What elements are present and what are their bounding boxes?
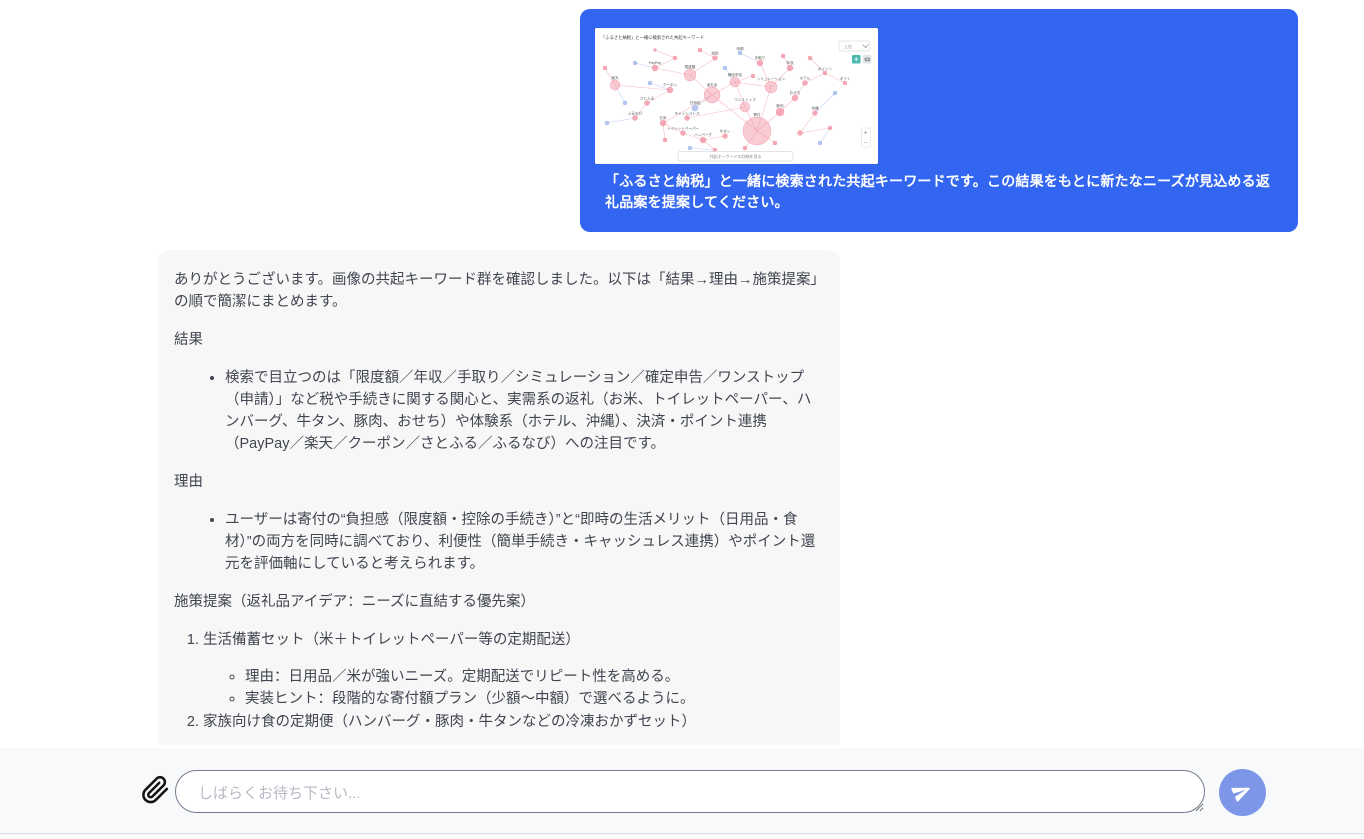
svg-text:おせち: おせち [790, 90, 801, 95]
results-list: 検索で目立つのは「限度額／年収／手取り／シミュレーション／確定申告／ワンストップ… [174, 367, 820, 455]
svg-text:ホテル: ホテル [800, 75, 811, 80]
svg-text:−: − [864, 141, 868, 147]
attached-keyword-network-image[interactable]: 「ふるさと納税」と一緒に検索された共起キーワード 寄付 返礼品 限度額確定申告シミュ… [595, 28, 878, 164]
proposal-item-text: 生活備蓄セット（米＋トイレットペーパー等の定期配送） [203, 632, 580, 648]
proposal-subitem-list: 理由：日用品／米が強いニーズ。定期配送でリピート性を高める。 実装ヒント：段階的… [203, 666, 820, 710]
svg-text:楽天: 楽天 [611, 75, 619, 80]
svg-text:控除: 控除 [711, 50, 719, 55]
image-zoom-mode-button [852, 55, 861, 64]
results-bullet: 検索で目立つのは「限度額／年収／手取り／シミュレーション／確定申告／ワンストップ… [225, 367, 820, 455]
svg-text:年収: 年収 [786, 60, 794, 65]
svg-text:ふるなび: ふるなび [628, 110, 643, 115]
attach-file-button[interactable] [139, 773, 171, 809]
proposal-subitem: 実装ヒント：段階的な寄付額プラン（少額〜中額）で選べるように。 [245, 688, 820, 710]
assistant-message-bubble: ありがとうございます。画像の共起キーワード群を確認しました。以下は「結果→理由→… [158, 250, 840, 745]
svg-text:PayPay: PayPay [649, 61, 662, 65]
proposal-item: 生活備蓄セット（米＋トイレットペーパー等の定期配送） 理由：日用品／米が強いニー… [203, 629, 820, 710]
svg-text:手取り: 手取り [755, 55, 766, 60]
svg-text:+: + [864, 131, 868, 137]
svg-text:さとふる: さとふる [640, 95, 655, 100]
proposal-heading: 施策提案（返礼品アイデア：ニーズに直結する優先案） [174, 591, 820, 613]
svg-text:日用品: 日用品 [690, 100, 701, 105]
paperclip-icon [141, 774, 170, 806]
svg-text:シミュレーション: シミュレーション [757, 77, 786, 81]
image-sort-dropdown: 上位 [839, 41, 870, 51]
user-message-text: 「ふるさと納税」と一緒に検索された共起キーワードです。この結果をもとに新たなニー… [595, 171, 1284, 213]
svg-text:返礼品: 返礼品 [707, 82, 718, 87]
reason-bullet: ユーザーは寄付の“負担感（限度額・控除の手続き）”と“即時の生活メリット（日用品… [225, 509, 820, 575]
svg-text:申請: 申請 [736, 46, 744, 51]
user-message-bubble: 「ふるさと納税」と一緒に検索された共起キーワード 寄付 返礼品 限度額確定申告シミュ… [580, 9, 1298, 232]
svg-text:ワンストップ: ワンストップ [734, 97, 756, 102]
proposal-subitem: 理由：日用品／米が強いニーズ。定期配送でリピート性を高める。 [245, 666, 820, 688]
svg-text:ギフト: ギフト [840, 76, 851, 81]
page-bottom-strip [0, 834, 1364, 839]
image-chart-title: 「ふるさと納税」と一緒に検索された共起キーワード [601, 34, 704, 41]
results-heading: 結果 [174, 329, 820, 351]
svg-text:牛タン: 牛タン [720, 128, 731, 133]
svg-text:クーポン: クーポン [663, 82, 678, 87]
reason-heading: 理由 [174, 471, 820, 493]
svg-text:ハンバーグ: ハンバーグ [694, 132, 712, 137]
svg-text:キャッシュレス: キャッシュレス [674, 110, 699, 115]
send-button[interactable] [1219, 769, 1266, 816]
svg-text:豚肉: 豚肉 [776, 103, 784, 108]
svg-text:確定申告: 確定申告 [728, 72, 743, 77]
svg-text:ポイント: ポイント [818, 66, 833, 71]
svg-text:限度額: 限度額 [685, 64, 696, 69]
svg-text:トイレットペーパー: トイレットペーパー [667, 125, 700, 130]
image-zoom-controls: + − [862, 128, 871, 147]
svg-text:寄付: 寄付 [753, 112, 761, 117]
image-detail-button: 共起キーワードの詳細を見る [678, 152, 793, 162]
image-camera-button [863, 55, 872, 64]
proposal-item: 家族向け食の定期便（ハンバーグ・豚肉・牛タンなどの冷凍おかずセット） [203, 711, 820, 733]
svg-text:お米: お米 [659, 115, 667, 120]
message-input[interactable] [175, 770, 1205, 813]
svg-text:共起キーワードの詳細を見る: 共起キーワードの詳細を見る [710, 153, 762, 159]
paper-plane-icon [1228, 778, 1256, 806]
reason-list: ユーザーは寄付の“負担感（限度額・控除の手続き）”と“即時の生活メリット（日用品… [174, 509, 820, 575]
proposal-list: 生活備蓄セット（米＋トイレットペーパー等の定期配送） 理由：日用品／米が強いニー… [174, 629, 820, 733]
proposal-item-text: 家族向け食の定期便（ハンバーグ・豚肉・牛タンなどの冷凍おかずセット） [203, 714, 696, 730]
svg-text:上位: 上位 [844, 43, 852, 49]
svg-text:沖縄: 沖縄 [811, 105, 819, 110]
composer-bar [0, 748, 1364, 834]
assistant-intro: ありがとうございます。画像の共起キーワード群を確認しました。以下は「結果→理由→… [174, 269, 820, 313]
